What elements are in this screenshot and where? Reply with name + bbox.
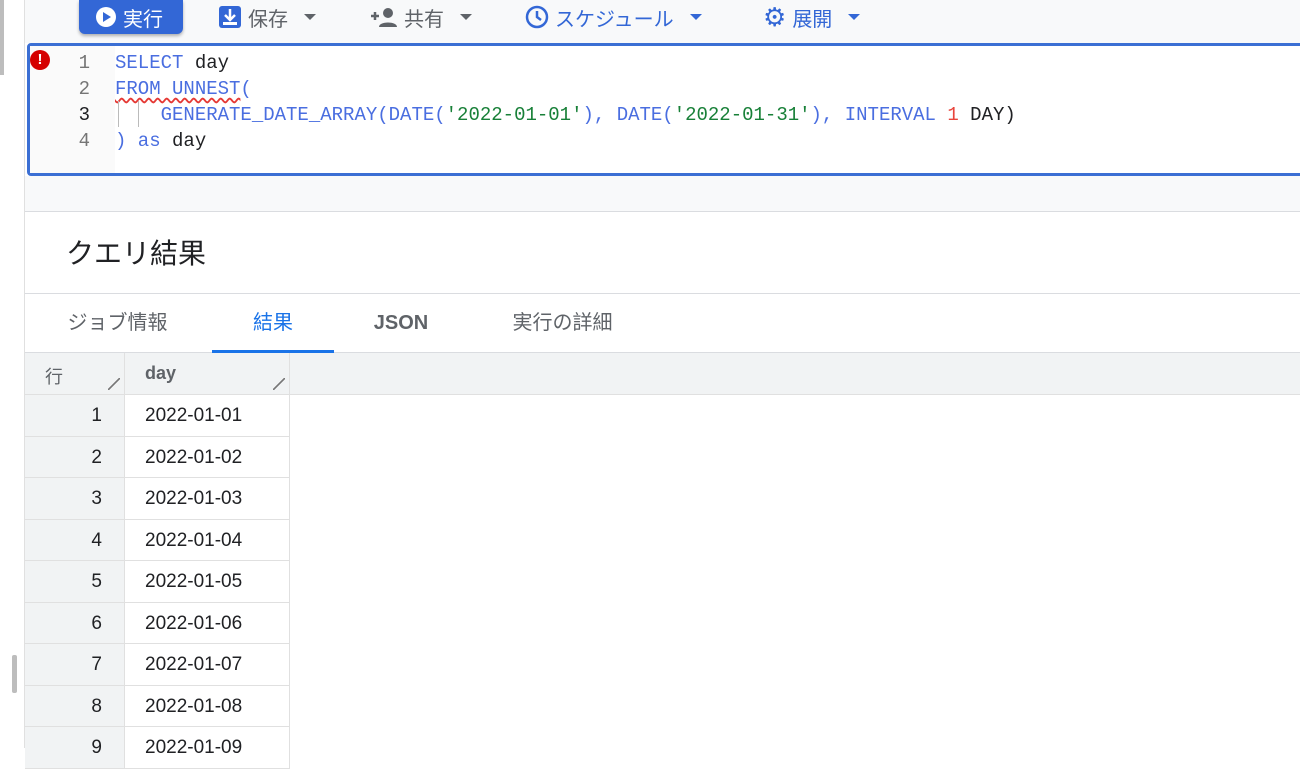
tab-job-info[interactable]: ジョブ情報 <box>55 294 180 353</box>
day-cell[interactable]: 2022-01-01 <box>125 395 290 437</box>
share-label: 共有 <box>404 8 444 31</box>
run-button[interactable]: 実行 <box>79 0 183 34</box>
resize-icon[interactable] <box>108 378 120 390</box>
deploy-label: 展開 <box>792 8 833 31</box>
code-token: DAY) <box>958 104 1016 126</box>
indent-guide <box>138 101 139 127</box>
row-number: 5 <box>25 561 125 603</box>
line-number: 1 <box>78 52 90 74</box>
row-number: 8 <box>25 685 125 727</box>
results-title: クエリ結果 <box>66 238 207 269</box>
resize-icon[interactable] <box>273 378 285 390</box>
toolbar: 実行 保存 共有 スケジュール ⚙ 展開 <box>25 0 1300 43</box>
left-panel-edge <box>0 0 25 748</box>
indent-guide <box>118 101 119 127</box>
code-token: ), DATE( <box>582 104 674 126</box>
code-token: day <box>183 52 230 74</box>
add-person-icon <box>370 6 398 28</box>
clock-icon <box>525 5 549 29</box>
save-icon <box>218 5 242 29</box>
code-token: '2022-01-01' <box>445 104 583 126</box>
code-token: day <box>160 130 207 152</box>
code-token: '2022-01-31' <box>673 104 811 126</box>
column-header-day[interactable]: day <box>125 353 290 395</box>
save-label: 保存 <box>248 8 288 31</box>
table-row[interactable]: 7 2022-01-07 <box>25 644 290 686</box>
results-tabs: ジョブ情報 結果 JSON 実行の詳細 <box>25 293 1300 353</box>
day-cell[interactable]: 2022-01-07 <box>125 644 290 686</box>
sql-editor[interactable]: ! 1 SELECT day 2 FROM UNNEST(3 GENERATE_DAT… <box>27 43 1300 176</box>
day-cell[interactable]: 2022-01-06 <box>125 602 290 644</box>
resize-handle[interactable] <box>12 655 17 693</box>
code-text: FROM UNNEST( <box>115 76 252 102</box>
row-number: 1 <box>25 395 125 437</box>
row-number: 3 <box>25 478 125 520</box>
code-token: 1 <box>947 104 959 126</box>
column-header-row[interactable]: 行 <box>25 353 125 395</box>
header-label: day <box>145 363 177 383</box>
schedule-label: スケジュール <box>555 8 674 31</box>
code-line[interactable]: 3 GENERATE_DATE_ARRAY(DATE('2022-01-01')… <box>30 102 1230 128</box>
tab-execution-details[interactable]: 実行の詳細 <box>490 294 635 353</box>
line-number: 4 <box>78 130 90 152</box>
table-row[interactable]: 5 2022-01-05 <box>25 561 290 603</box>
schedule-button[interactable]: スケジュール <box>525 0 702 34</box>
code-line[interactable]: 2 FROM UNNEST( <box>30 76 1230 102</box>
day-cell[interactable]: 2022-01-08 <box>125 685 290 727</box>
code-token: SELECT <box>115 52 184 74</box>
row-number: 7 <box>25 644 125 686</box>
code-line[interactable]: 1 SELECT day <box>30 50 1230 76</box>
code-token: GENERATE_DATE_ARRAY(DATE( <box>160 104 446 126</box>
row-number: 2 <box>25 436 125 478</box>
day-cell[interactable]: 2022-01-02 <box>125 436 290 478</box>
chevron-down-icon <box>460 14 472 20</box>
table-row[interactable]: 8 2022-01-08 <box>25 685 290 727</box>
run-label: 実行 <box>123 8 163 31</box>
header-filler <box>290 353 1300 395</box>
row-number: 4 <box>25 519 125 561</box>
table-row[interactable]: 1 2022-01-01 <box>25 395 290 437</box>
code-token: FROM UNNEST <box>115 78 241 100</box>
row-number: 6 <box>25 602 125 644</box>
day-cell[interactable]: 2022-01-04 <box>125 519 290 561</box>
chevron-down-icon <box>848 14 861 20</box>
chevron-down-icon <box>304 14 316 20</box>
tab-json[interactable]: JSON <box>355 294 447 353</box>
table-row[interactable]: 6 2022-01-06 <box>25 602 290 644</box>
code-token: ) as <box>115 130 161 152</box>
header-label: 行 <box>45 367 63 387</box>
table-row[interactable]: 4 2022-01-04 <box>25 519 290 561</box>
divider <box>25 176 1300 212</box>
tab-results[interactable]: 結果 <box>212 294 334 353</box>
day-cell[interactable]: 2022-01-03 <box>125 478 290 520</box>
line-number: 2 <box>78 78 90 100</box>
code-text: SELECT day <box>115 50 229 76</box>
scrollbar[interactable] <box>0 0 4 75</box>
line-number: 3 <box>78 104 90 126</box>
code-line[interactable]: 4 ) as day <box>30 128 1230 154</box>
table-row[interactable]: 3 2022-01-03 <box>25 478 290 520</box>
code-token: ), INTERVAL <box>810 104 948 126</box>
share-button[interactable]: 共有 <box>370 0 472 34</box>
deploy-button[interactable]: ⚙ 展開 <box>763 0 861 34</box>
play-icon <box>95 6 117 28</box>
save-button[interactable]: 保存 <box>218 0 316 34</box>
gear-icon: ⚙ <box>763 1 787 32</box>
table-row[interactable]: 2 2022-01-02 <box>25 436 290 478</box>
day-cell[interactable]: 2022-01-05 <box>125 561 290 603</box>
code-token: ( <box>240 78 252 100</box>
code-text: ) as day <box>115 128 206 154</box>
chevron-down-icon <box>689 14 702 20</box>
code-text: GENERATE_DATE_ARRAY(DATE('2022-01-01'), … <box>115 102 1016 128</box>
